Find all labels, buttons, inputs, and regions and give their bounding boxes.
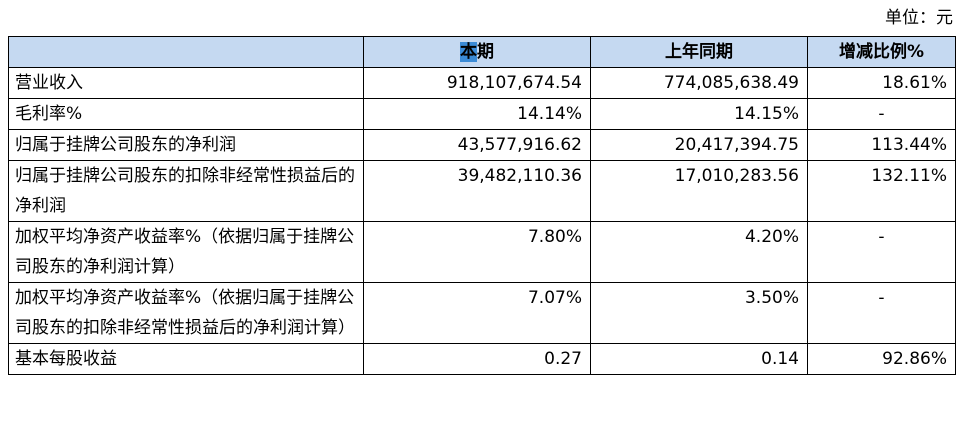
row-label: 归属于挂牌公司股东的净利润 bbox=[8, 129, 364, 161]
table-row: 基本每股收益 0.27 0.14 92.86% bbox=[8, 343, 956, 375]
table-row: 加权平均净资产收益率%（依据归属于挂牌公司股东的净利润计算） 7.80% 4.2… bbox=[8, 221, 956, 283]
table-row: 毛利率% 14.14% 14.15% - bbox=[8, 98, 956, 130]
previous-value: 17,010,283.56 bbox=[590, 160, 808, 222]
header-previous-period: 上年同期 bbox=[590, 36, 808, 68]
row-label: 营业收入 bbox=[8, 67, 364, 99]
row-label: 加权平均净资产收益率%（依据归属于挂牌公司股东的净利润计算） bbox=[8, 221, 364, 283]
current-value: 7.07% bbox=[363, 282, 591, 344]
change-value: 113.44% bbox=[807, 129, 956, 161]
change-value: - bbox=[807, 221, 956, 283]
financial-summary-table: 本期 上年同期 增减比例% 营业收入 918,107,674.54 774,08… bbox=[8, 36, 956, 375]
header-current-period: 本期 bbox=[363, 36, 591, 68]
previous-value: 4.20% bbox=[590, 221, 808, 283]
table-row: 营业收入 918,107,674.54 774,085,638.49 18.61… bbox=[8, 67, 956, 99]
row-label: 加权平均净资产收益率%（依据归属于挂牌公司股东的扣除非经常性损益后的净利润计算） bbox=[8, 282, 364, 344]
unit-label: 单位：元 bbox=[885, 8, 953, 28]
previous-value: 3.50% bbox=[590, 282, 808, 344]
row-label: 归属于挂牌公司股东的扣除非经常性损益后的净利润 bbox=[8, 160, 364, 222]
row-label: 毛利率% bbox=[8, 98, 364, 130]
previous-value: 20,417,394.75 bbox=[590, 129, 808, 161]
current-value: 0.27 bbox=[363, 343, 591, 375]
change-value: - bbox=[807, 282, 956, 344]
previous-value: 774,085,638.49 bbox=[590, 67, 808, 99]
table-row: 归属于挂牌公司股东的扣除非经常性损益后的净利润 39,482,110.36 17… bbox=[8, 160, 956, 222]
previous-value: 14.15% bbox=[590, 98, 808, 130]
change-value: 92.86% bbox=[807, 343, 956, 375]
header-current-highlight: 本 bbox=[460, 42, 477, 62]
header-row: 本期 上年同期 增减比例% bbox=[8, 36, 956, 68]
header-change-ratio: 增减比例% bbox=[807, 36, 956, 68]
current-value: 39,482,110.36 bbox=[363, 160, 591, 222]
table-row: 归属于挂牌公司股东的净利润 43,577,916.62 20,417,394.7… bbox=[8, 129, 956, 161]
current-value: 7.80% bbox=[363, 221, 591, 283]
header-current-rest: 期 bbox=[477, 42, 494, 62]
change-value: - bbox=[807, 98, 956, 130]
current-value: 43,577,916.62 bbox=[363, 129, 591, 161]
previous-value: 0.14 bbox=[590, 343, 808, 375]
change-value: 132.11% bbox=[807, 160, 956, 222]
row-label: 基本每股收益 bbox=[8, 343, 364, 375]
current-value: 14.14% bbox=[363, 98, 591, 130]
table-row: 加权平均净资产收益率%（依据归属于挂牌公司股东的扣除非经常性损益后的净利润计算）… bbox=[8, 282, 956, 344]
change-value: 18.61% bbox=[807, 67, 956, 99]
current-value: 918,107,674.54 bbox=[363, 67, 591, 99]
header-item bbox=[8, 36, 364, 68]
